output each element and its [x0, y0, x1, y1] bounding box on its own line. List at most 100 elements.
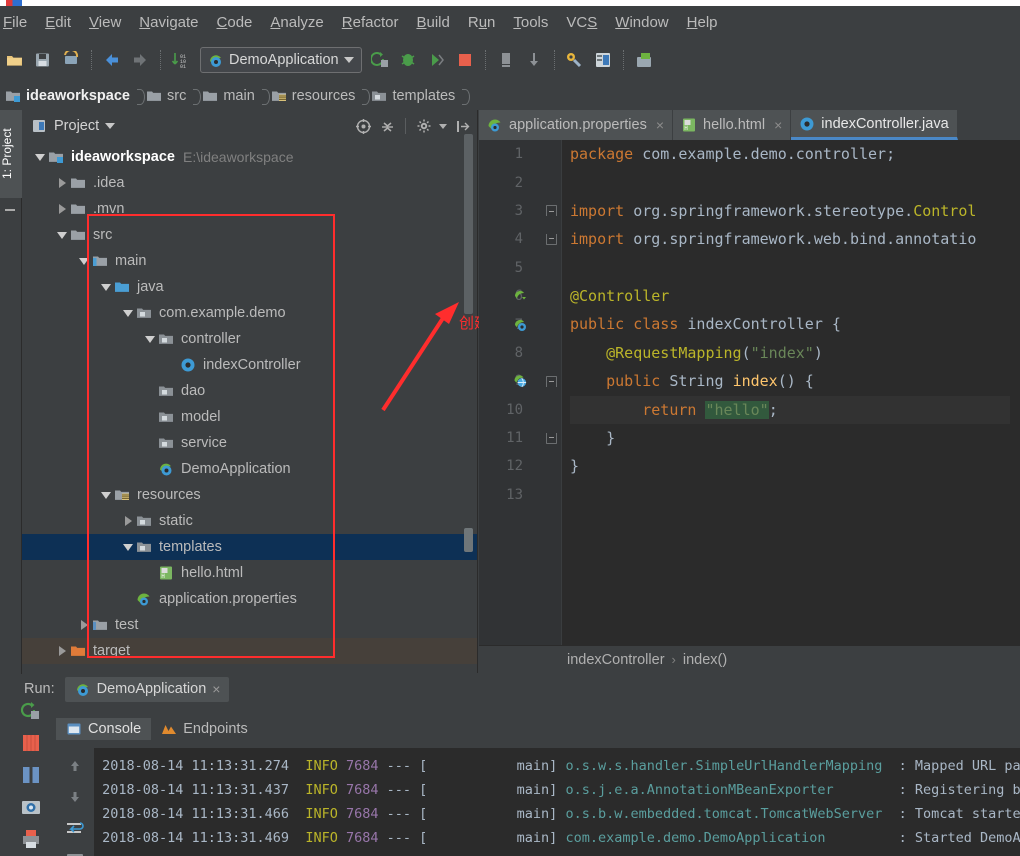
breadcrumb-main[interactable]: main	[199, 88, 261, 104]
stop-icon[interactable]	[20, 732, 44, 756]
menu-item-run[interactable]: Run	[459, 11, 505, 34]
gutter-row[interactable]: 13	[479, 481, 561, 509]
tree-node-test[interactable]: test	[22, 612, 477, 638]
breadcrumb-templates[interactable]: templates	[368, 88, 462, 104]
spring-bean-icon[interactable]	[513, 288, 529, 304]
spring-endpoint-icon[interactable]	[513, 373, 529, 389]
chevron-right-icon[interactable]	[54, 643, 70, 659]
profile-icon[interactable]	[521, 47, 547, 73]
console-output[interactable]: 2018-08-14 11:13:31.274 INFO 7684 --- [ …	[94, 748, 1020, 856]
chevron-down-icon[interactable]	[105, 123, 115, 129]
close-icon[interactable]: ×	[656, 117, 664, 133]
code-content[interactable]: package com.example.demo.controller; imp…	[561, 140, 1020, 645]
code-line[interactable]: import org.springframework.stereotype.Co…	[570, 197, 1020, 225]
save-all-icon[interactable]	[30, 47, 56, 73]
tree-node-demoapplication[interactable]: DemoApplication	[22, 456, 477, 482]
scroll-down-icon[interactable]	[67, 789, 83, 810]
tree-node-com-example-demo[interactable]: com.example.demo	[22, 300, 477, 326]
console-tab-endpoints[interactable]: Endpoints	[151, 718, 258, 740]
gutter-row[interactable]: 10	[479, 396, 561, 424]
code-line[interactable]: public String index() {	[570, 367, 1020, 395]
code-line[interactable]: public class indexController {	[570, 310, 1020, 338]
editor-gutter[interactable]: 12345678910111213	[479, 140, 561, 645]
tree-node-ideaworkspace[interactable]: ideaworkspaceE:\ideaworkspace	[22, 144, 477, 170]
menu-item-window[interactable]: Window	[606, 11, 677, 34]
chevron-down-icon[interactable]	[32, 149, 48, 165]
fold-region-icon[interactable]	[546, 433, 557, 444]
code-line[interactable]	[570, 481, 1020, 509]
settings-wrench-icon[interactable]	[562, 47, 588, 73]
run-coverage-icon[interactable]	[424, 47, 450, 73]
compile-icon[interactable]: 011001	[168, 47, 194, 73]
chevron-down-icon[interactable]	[98, 487, 114, 503]
sync-refresh-icon[interactable]	[58, 47, 84, 73]
gutter-row[interactable]: 5	[479, 254, 561, 282]
tree-node-main[interactable]: main	[22, 248, 477, 274]
tree-node-static[interactable]: static	[22, 508, 477, 534]
chevron-right-icon[interactable]	[76, 617, 92, 633]
gutter-row[interactable]: 11	[479, 424, 561, 452]
debug-icon[interactable]	[396, 47, 422, 73]
gutter-row[interactable]: 12	[479, 452, 561, 480]
editor-scrollbar[interactable]	[1010, 170, 1020, 645]
tree-node-indexcontroller[interactable]: indexController	[22, 352, 477, 378]
open-folder-icon[interactable]	[2, 47, 28, 73]
update-app-icon[interactable]	[493, 47, 519, 73]
tree-node-target[interactable]: target	[22, 638, 477, 664]
tree-node-model[interactable]: model	[22, 404, 477, 430]
chevron-right-icon[interactable]	[120, 513, 136, 529]
stop-icon[interactable]	[452, 47, 478, 73]
scroll-up-icon[interactable]	[67, 758, 83, 779]
menu-item-help[interactable]: Help	[678, 11, 727, 34]
chevron-down-icon[interactable]	[344, 57, 354, 63]
project-tree-scrollbar[interactable]	[466, 110, 475, 673]
menu-item-file[interactable]: File	[0, 11, 36, 34]
gutter-row[interactable]: 2	[479, 168, 561, 196]
tree-node-hello-html[interactable]: Hhello.html	[22, 560, 477, 586]
console-tab-console[interactable]: Console	[56, 718, 151, 740]
gutter-row[interactable]: 9	[479, 367, 561, 395]
gutter-row[interactable]: 4	[479, 225, 561, 253]
menu-item-refactor[interactable]: Refactor	[333, 11, 408, 34]
close-icon[interactable]: ×	[774, 117, 782, 133]
code-line[interactable]: @Controller	[570, 282, 1020, 310]
clear-all-icon[interactable]	[65, 851, 85, 856]
editor-tab-application-properties[interactable]: application.properties×	[479, 110, 673, 140]
code-line[interactable]: package com.example.demo.controller;	[570, 140, 1020, 168]
gutter-row[interactable]: 7	[479, 310, 561, 338]
tree-node--mvn[interactable]: .mvn	[22, 196, 477, 222]
project-tree[interactable]: ideaworkspaceE:\ideaworkspace.idea.mvnsr…	[22, 142, 477, 673]
code-line[interactable]: return "hello";	[570, 396, 1020, 424]
gutter-row[interactable]: 8	[479, 339, 561, 367]
soft-wrap-icon[interactable]	[66, 820, 84, 841]
tree-node-controller[interactable]: controller	[22, 326, 477, 352]
gutter-row[interactable]: 6	[479, 282, 561, 310]
print-icon[interactable]	[20, 828, 44, 852]
code-viewport[interactable]: 12345678910111213 package com.example.de…	[479, 140, 1020, 645]
menu-item-edit[interactable]: Edit	[36, 11, 80, 34]
tree-node-resources[interactable]: resources	[22, 482, 477, 508]
tree-node-templates[interactable]: templates	[22, 534, 477, 560]
tree-node-application-properties[interactable]: application.properties	[22, 586, 477, 612]
hide-strip-icon[interactable]	[3, 202, 19, 218]
rerun-icon[interactable]	[20, 700, 44, 724]
navigate-back-icon[interactable]	[99, 47, 125, 73]
tree-node-service[interactable]: service	[22, 430, 477, 456]
breadcrumb-ideaworkspace[interactable]: ideaworkspace	[2, 88, 137, 104]
spring-class-icon[interactable]	[513, 317, 529, 333]
code-line[interactable]: }	[570, 452, 1020, 480]
locate-target-icon[interactable]	[354, 117, 372, 135]
run-configuration-selector[interactable]: DemoApplication	[200, 47, 362, 73]
code-line[interactable]	[570, 168, 1020, 196]
editor-breadcrumb-item[interactable]: indexController	[567, 652, 665, 668]
editor-tab-hello-html[interactable]: Hhello.html×	[673, 110, 791, 140]
project-structure-icon[interactable]	[590, 47, 616, 73]
menu-item-tools[interactable]: Tools	[504, 11, 557, 34]
tree-node-dao[interactable]: dao	[22, 378, 477, 404]
menu-item-navigate[interactable]: Navigate	[130, 11, 207, 34]
menu-item-build[interactable]: Build	[407, 11, 458, 34]
pause-icon[interactable]	[20, 764, 44, 788]
run-icon[interactable]	[368, 47, 394, 73]
menu-item-analyze[interactable]: Analyze	[261, 11, 332, 34]
code-line[interactable]: import org.springframework.web.bind.anno…	[570, 225, 1020, 253]
